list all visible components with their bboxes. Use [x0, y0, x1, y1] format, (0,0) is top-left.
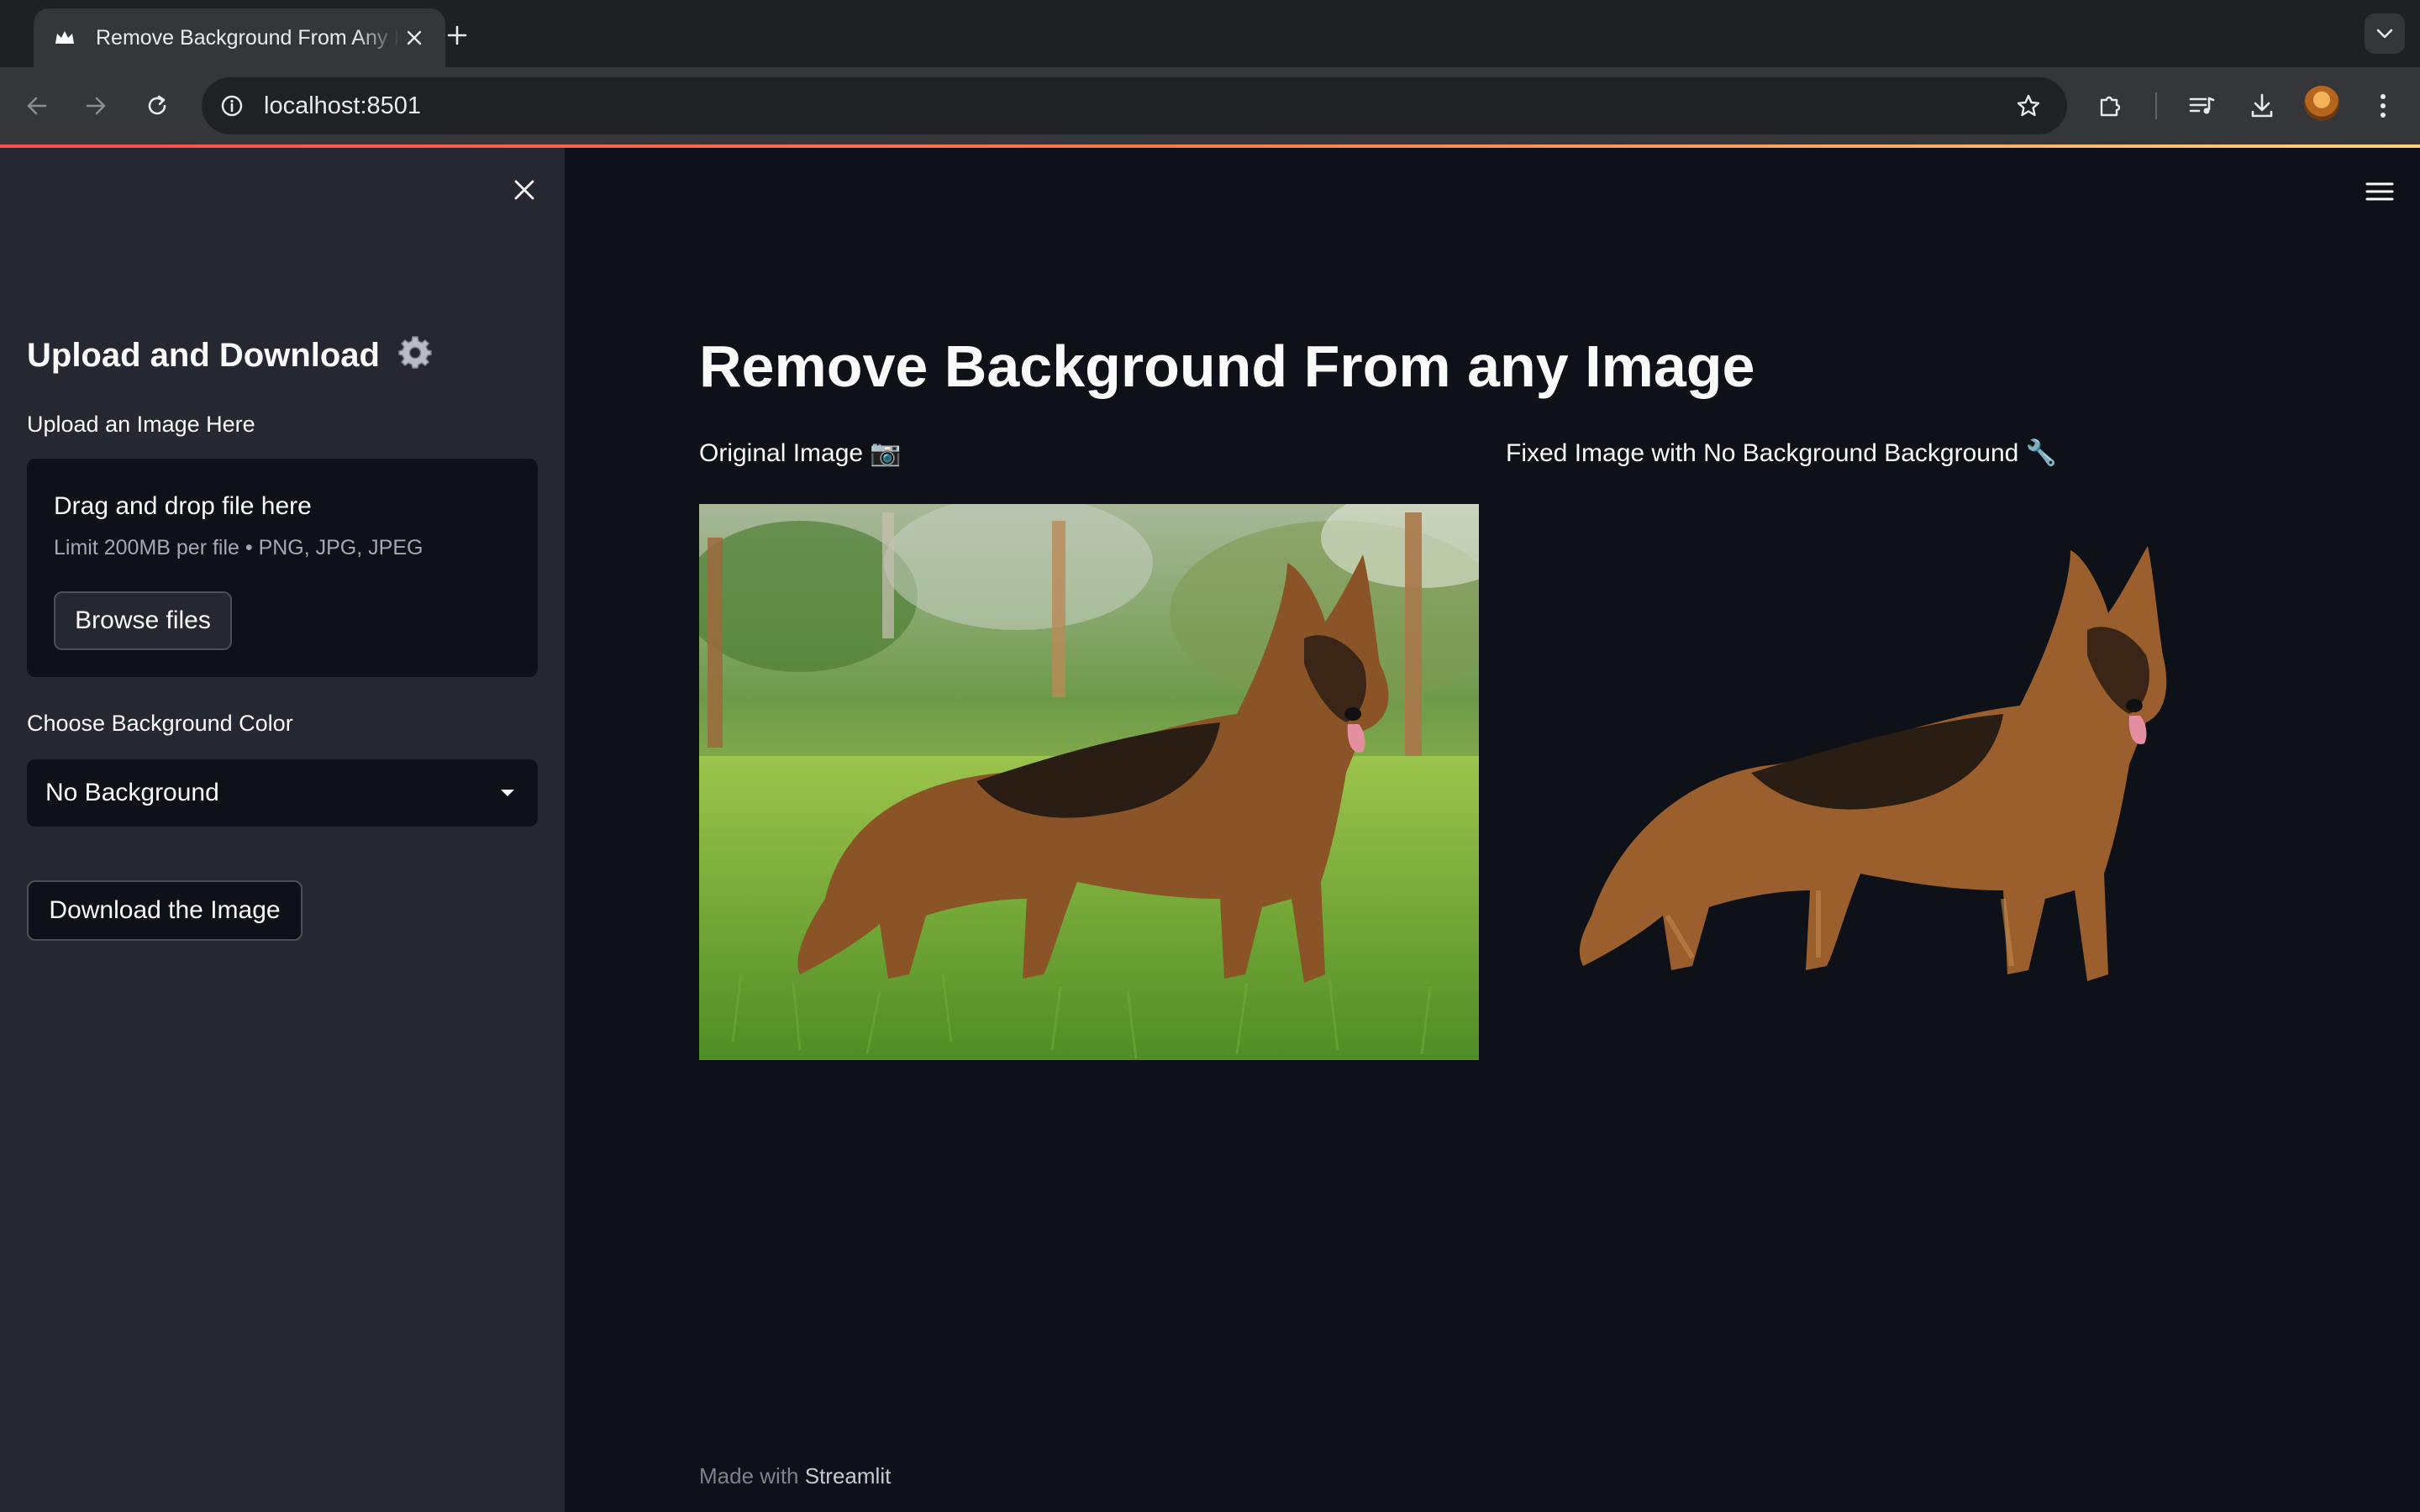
- download-icon[interactable]: [2242, 86, 2282, 126]
- browser-menu-kebab-icon[interactable]: [2363, 86, 2403, 126]
- close-sidebar-icon[interactable]: [508, 173, 541, 207]
- fixed-image-caption: Fixed Image with No Background Backgroun…: [1506, 439, 2058, 467]
- background-color-label: Choose Background Color: [27, 711, 293, 736]
- media-queue-icon[interactable]: [2181, 86, 2222, 126]
- dropzone-limit: Limit 200MB per file • PNG, JPG, JPEG: [54, 536, 424, 559]
- caret-down-icon: [497, 783, 518, 803]
- original-dog-image: [699, 504, 1479, 1060]
- background-color-select[interactable]: No Background: [27, 759, 538, 827]
- fixed-dog-image: [1566, 521, 2171, 991]
- extensions-puzzle-icon[interactable]: [2091, 86, 2131, 126]
- url-text[interactable]: localhost:8501: [264, 77, 421, 134]
- tab-close-icon[interactable]: [400, 24, 429, 52]
- upload-label: Upload an Image Here: [27, 412, 255, 437]
- app-menu-hamburger-icon[interactable]: [2363, 175, 2396, 208]
- footer: Made with Streamlit: [699, 1463, 891, 1489]
- toolbar-separator: [2155, 92, 2157, 119]
- original-image-caption: Original Image 📷: [699, 439, 902, 467]
- forward-arrow-icon[interactable]: [76, 86, 116, 126]
- profile-avatar[interactable]: [2304, 86, 2339, 121]
- gear-icon: [397, 334, 433, 378]
- streamlit-crown-icon: [52, 25, 77, 50]
- download-image-button[interactable]: Download the Image: [27, 880, 302, 941]
- tab-title: Remove Background From Any Image: [96, 25, 400, 50]
- browser-tab-strip: Remove Background From Any Image: [0, 0, 2420, 67]
- dropzone-title: Drag and drop file here: [54, 492, 312, 520]
- streamlit-link[interactable]: Streamlit: [805, 1463, 892, 1488]
- back-arrow-icon[interactable]: [17, 86, 57, 126]
- browser-toolbar: localhost:8501: [0, 67, 2420, 144]
- address-bar[interactable]: localhost:8501: [202, 77, 2067, 134]
- sidebar-heading: Upload and Download: [27, 334, 433, 378]
- sidebar-heading-text: Upload and Download: [27, 337, 380, 374]
- footer-prefix: Made with: [699, 1463, 799, 1488]
- browser-tab-active[interactable]: Remove Background From Any Image: [34, 8, 445, 67]
- tab-search-chevron-icon[interactable]: [2365, 13, 2405, 54]
- site-info-icon[interactable]: [212, 86, 252, 126]
- sidebar: Upload and Download Upload an Image Here…: [0, 148, 565, 1512]
- page-title: Remove Background From any Image: [699, 333, 1755, 399]
- reload-icon[interactable]: [137, 86, 177, 126]
- browse-files-button[interactable]: Browse files: [54, 591, 232, 650]
- new-tab-plus-icon[interactable]: [439, 17, 476, 54]
- bookmark-star-icon[interactable]: [2008, 86, 2049, 126]
- file-uploader-dropzone[interactable]: Drag and drop file here Limit 200MB per …: [27, 459, 538, 677]
- select-value: No Background: [45, 779, 219, 806]
